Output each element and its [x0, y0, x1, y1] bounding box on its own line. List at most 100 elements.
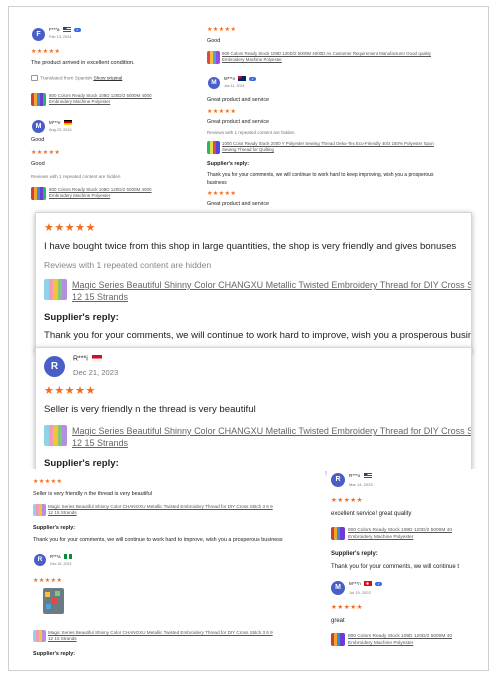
review-text: The product arrived in excellent conditi… — [31, 60, 135, 66]
reviewer-name: R***a — [50, 554, 61, 559]
supplier-reply-heading: Supplier's reply: — [44, 458, 119, 469]
reviewer-name-row: R***i — [73, 355, 102, 362]
product-thumbnail[interactable] — [331, 633, 345, 646]
supplier-reply-heading: Supplier's reply: — [33, 651, 76, 657]
review-panel-6: R R***o Mar 14, 2023 ★★★★★ excellent ser… — [327, 469, 487, 667]
product-thumbnail[interactable] — [31, 93, 46, 106]
review-text: Great product and service — [207, 201, 270, 207]
supplier-reply-heading: Supplier's reply: — [207, 161, 250, 167]
product-link-line1: Magic Series Beautiful Shinny Color CHAN… — [72, 426, 472, 436]
usa-flag-icon — [363, 473, 372, 479]
reviewer-avatar: M — [208, 77, 220, 89]
rating-stars: ★★★★★ — [44, 222, 96, 234]
review-date: Aug 23, 2024 — [49, 128, 72, 132]
review-photo[interactable] — [43, 588, 64, 614]
product-link-line2: Embroidery Machine Polyester — [348, 535, 414, 540]
reviewer-name: R***o — [349, 473, 361, 478]
product-link-line2: Embroidery Machine Polyester — [222, 57, 282, 62]
reviewer-name-row: F***a ✓ — [49, 27, 81, 33]
product-thumbnail[interactable] — [331, 527, 345, 540]
product-link-line2: Sewing Thread for Quilting — [222, 147, 274, 152]
product-link-line2: Embroidery Machine Polyester — [348, 641, 414, 646]
product-link-line2: Embroidery Machine Polyester — [49, 193, 111, 198]
product-thumbnail[interactable] — [44, 279, 67, 300]
show-original-link[interactable]: Show original — [93, 76, 122, 81]
hidden-reviews-note: Reviews with 1 repeated content are hidd… — [44, 260, 212, 270]
review-text: Good — [207, 38, 221, 44]
flag-icon — [238, 76, 247, 82]
product-thumbnail[interactable] — [33, 504, 46, 516]
review-panel-1: F F***a ✓ Feb 13, 2024 ★★★★★ The product… — [29, 23, 201, 213]
reviewer-avatar: R — [44, 356, 65, 377]
product-link-line2: 12 15 Strands — [72, 292, 129, 302]
reviewer-name: M***o — [224, 76, 235, 81]
product-link-line1: 800 Colors Ready Stock 108D 120D/2 5000M… — [348, 634, 452, 639]
review-text: excellent service! great quality — [331, 511, 412, 517]
review-date: Jan 11, 2024 — [224, 84, 245, 88]
review-text: Great product and service — [207, 119, 270, 125]
reviewer-name-row: R***o — [349, 473, 372, 479]
supplier-reply-heading: Supplier's reply: — [331, 551, 378, 557]
review-date: Dec 21, 2023 — [73, 368, 119, 377]
product-link-line2: 12 15 Strands — [48, 510, 77, 515]
review-word: Good — [31, 137, 45, 143]
reviewer-name: M***e — [49, 120, 61, 125]
product-link[interactable]: Magic Series Beautiful Shinny Color CHAN… — [72, 279, 471, 303]
supplier-reply-line2: business — [207, 180, 227, 186]
rating-stars: ★★★★★ — [44, 385, 96, 397]
product-link-line1: Magic Series Beautiful Shinny Color CHAN… — [48, 504, 273, 509]
product-link[interactable]: 1000 Color Ready Stock 2000 Y Polyester … — [222, 141, 434, 153]
verified-badge-icon: ✓ — [249, 76, 256, 81]
rating-stars: ★★★★★ — [31, 49, 61, 55]
review-panel-2: ★★★★★ Good 800 Colors Ready Stock 108D 1… — [205, 23, 475, 213]
product-link-line2: Embroidery Machine Polyester — [49, 99, 111, 104]
product-link-line2: 12 15 Strands — [48, 636, 77, 641]
review-date: Mar 14, 2023 — [349, 482, 373, 487]
translate-icon — [31, 75, 38, 81]
indonesia-flag-icon — [91, 355, 102, 362]
product-link[interactable]: 800 Colors Ready Stock 108D 120D/2 5000M… — [49, 93, 152, 105]
translation-row: Translated from Spanish Show original — [31, 75, 122, 81]
translated-label: Translated from Spanish — [40, 76, 93, 82]
reviewer-avatar: M — [32, 120, 45, 133]
product-link-line1: Magic Series Beautiful Shinny Color CHAN… — [48, 630, 273, 635]
review-panel-4: R R***i Dec 21, 2023 ★★★★★ Seller is ver… — [35, 347, 472, 472]
flag-icon — [63, 120, 72, 126]
hidden-reviews-note: Reviews with 1 repeated content are hidd… — [207, 130, 295, 135]
rating-stars: ★★★★★ — [207, 27, 237, 33]
product-link[interactable]: 800 Colors Ready Stock 108D 120D/2 5000M… — [49, 187, 152, 199]
product-thumbnail[interactable] — [31, 187, 46, 200]
product-link[interactable]: 800 Colors Ready Stock 108D 120D/2 5000M… — [222, 51, 431, 63]
supplier-reply-text: Thank you for your comments, we will con… — [44, 330, 472, 341]
supplier-reply-text: Thank you for your comments, we will con… — [207, 171, 434, 187]
hidden-reviews-note: Reviews with 1 repeated content are hidd… — [31, 174, 121, 179]
verified-badge-icon: ✓ — [375, 581, 382, 586]
product-thumbnail[interactable] — [33, 630, 46, 642]
product-link[interactable]: Magic Series Beautiful Shinny Color CHAN… — [48, 630, 273, 642]
review-text: great — [331, 618, 345, 624]
supplier-reply-text: Thank you for your comments, we will con… — [33, 537, 283, 543]
product-link[interactable]: 800 Colors Ready Stock 108D 120D/2 5000M… — [348, 633, 452, 647]
review-text: Seller is very friendly n the thread is … — [33, 491, 152, 497]
product-link-line2: 12 15 Strands — [72, 438, 129, 448]
reviewer-name-row: R***a — [50, 554, 72, 560]
reviewer-avatar: R — [331, 473, 345, 487]
product-link[interactable]: 800 Colors Ready Stock 108D 120D/2 5000M… — [348, 527, 452, 541]
flag-icon — [364, 581, 373, 587]
product-link[interactable]: Magic Series Beautiful Shinny Color CHAN… — [72, 425, 472, 449]
supplier-reply-line1: Thank you for your comments, we will con… — [207, 172, 434, 178]
review-panel-3: ★★★★★ I have bought twice from this shop… — [35, 212, 472, 352]
rating-stars: ★★★★★ — [33, 578, 63, 584]
reviewer-avatar: R — [34, 554, 46, 566]
product-thumbnail[interactable] — [207, 51, 220, 64]
product-link[interactable]: Magic Series Beautiful Shinny Color CHAN… — [48, 504, 273, 516]
review-collage: F F***a ✓ Feb 13, 2024 ★★★★★ The product… — [8, 6, 489, 671]
usa-flag-icon — [62, 27, 71, 33]
review-date: Jul 19, 2022 — [349, 590, 371, 595]
rating-stars: ★★★★★ — [207, 191, 237, 197]
rating-stars: ★★★★★ — [33, 479, 63, 485]
verified-badge-icon: ✓ — [74, 27, 81, 32]
product-thumbnail[interactable] — [44, 425, 67, 446]
product-thumbnail[interactable] — [207, 141, 220, 154]
review-text: Seller is very friendly n the thread is … — [44, 404, 256, 415]
